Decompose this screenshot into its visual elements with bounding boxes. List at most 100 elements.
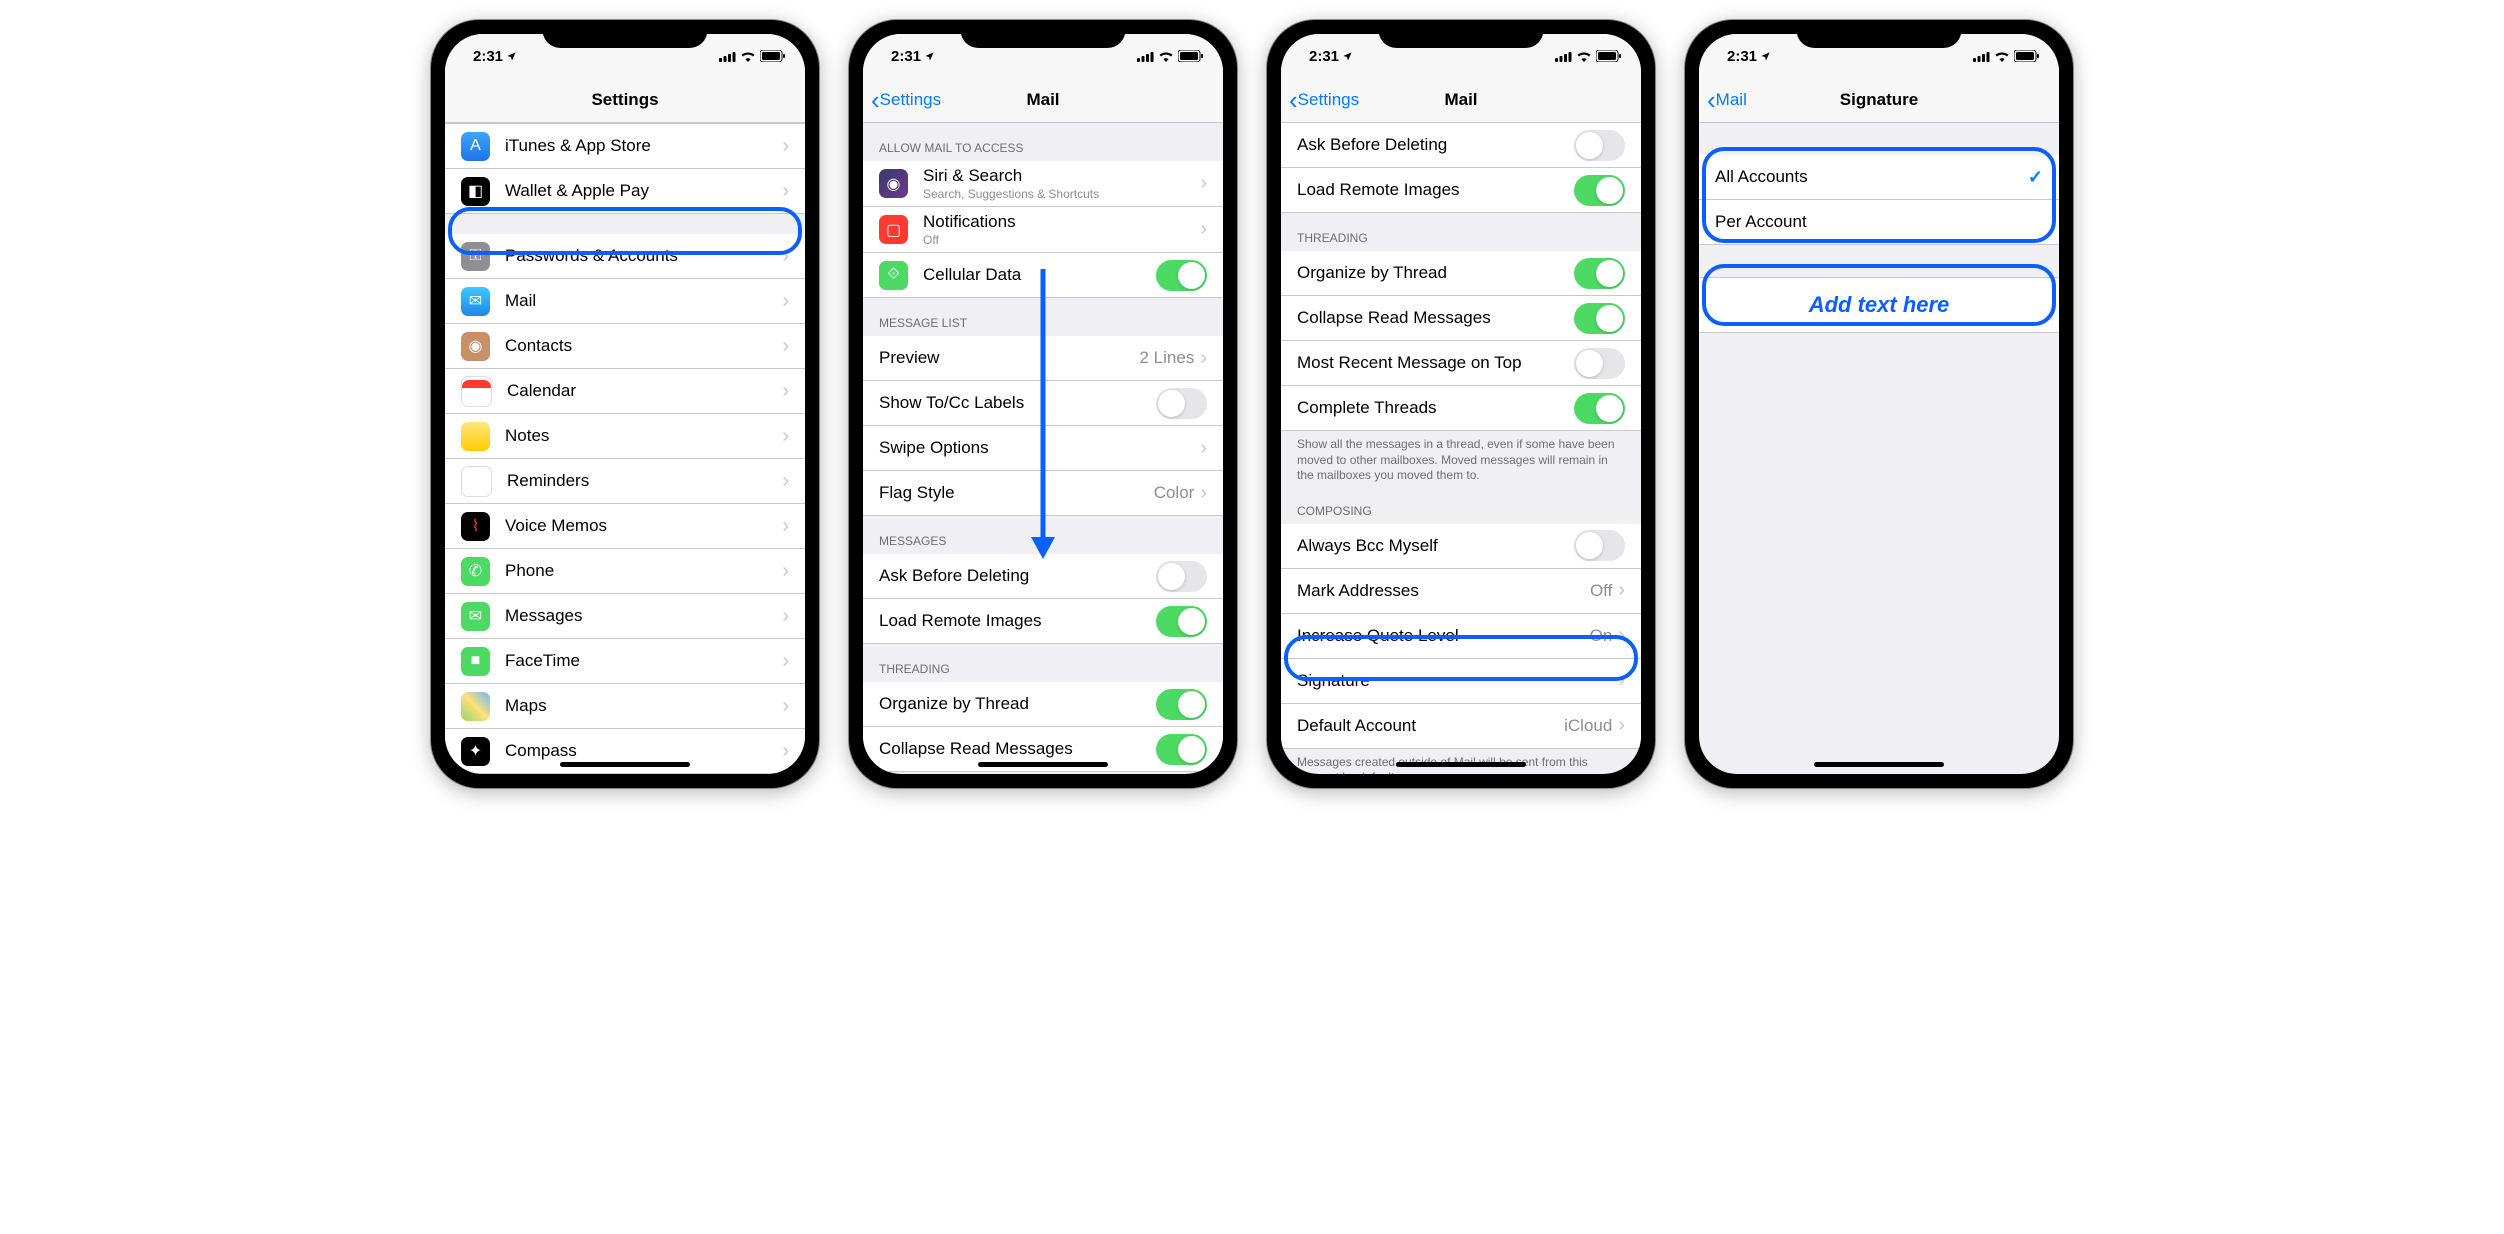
settings-list[interactable]: AiTunes & App Store› ◧Wallet & Apple Pay… [445, 123, 805, 774]
home-indicator[interactable] [1814, 762, 1944, 767]
row-per-account[interactable]: Per Account [1699, 200, 2059, 245]
chevron-right-icon: › [782, 470, 789, 493]
row-compass[interactable]: ✦Compass› [445, 729, 805, 774]
toggle-collapse[interactable] [1574, 303, 1625, 334]
row-mark[interactable]: Mark AddressesOff› [1281, 569, 1641, 614]
chevron-right-icon: › [1200, 172, 1207, 195]
calendar-icon [461, 376, 492, 407]
row-mostrecent[interactable]: Most Recent Message on Top [1281, 341, 1641, 386]
row-complete[interactable]: Complete Threads [1281, 386, 1641, 431]
notch [1379, 20, 1544, 48]
row-showtocc[interactable]: Show To/Cc Labels [863, 381, 1223, 426]
row-preview[interactable]: Preview2 Lines› [863, 336, 1223, 381]
mail-settings-list-scrolled[interactable]: Ask Before Deleting Load Remote Images T… [1281, 123, 1641, 774]
row-facetime[interactable]: ■FaceTime› [445, 639, 805, 684]
back-button[interactable]: ‹Settings [1281, 85, 1359, 116]
messages-icon: ✉ [461, 602, 490, 631]
row-loadremote[interactable]: Load Remote Images [1281, 168, 1641, 213]
chevron-right-icon: › [1618, 669, 1625, 692]
back-button[interactable]: ‹Mail [1699, 85, 1747, 116]
row-all-accounts[interactable]: All Accounts✓ [1699, 155, 2059, 200]
row-siri[interactable]: ◉Siri & SearchSearch, Suggestions & Shor… [863, 161, 1223, 207]
phone-frame-3: 2:31 ‹Settings Mail Ask Before Deleting … [1267, 20, 1655, 788]
toggle-collapse[interactable] [1156, 734, 1207, 765]
home-indicator[interactable] [1396, 762, 1526, 767]
row-notes[interactable]: Notes› [445, 414, 805, 459]
row-default-account[interactable]: Default AccountiCloud› [1281, 704, 1641, 749]
row-reminders[interactable]: ●●●Reminders› [445, 459, 805, 504]
back-button[interactable]: ‹Settings [863, 85, 941, 116]
row-signature[interactable]: Signature› [1281, 659, 1641, 704]
threading-footer: Show all the messages in a thread, even … [1281, 431, 1641, 492]
screen-2: 2:31 ‹Settings Mail ALLOW MAIL TO ACCESS… [863, 34, 1223, 774]
home-indicator[interactable] [978, 762, 1108, 767]
signature-text-input[interactable]: Add text here [1699, 277, 2059, 333]
row-askdelete[interactable]: Ask Before Deleting [863, 554, 1223, 599]
toggle-loadremote[interactable] [1574, 175, 1625, 206]
section-allow-access: ALLOW MAIL TO ACCESS [863, 123, 1223, 161]
row-organize[interactable]: Organize by Thread [863, 682, 1223, 727]
toggle-cellular[interactable] [1156, 260, 1207, 291]
battery-icon [1596, 50, 1621, 62]
chevron-right-icon: › [782, 335, 789, 358]
section-threading: THREADING [863, 644, 1223, 682]
notch [1797, 20, 1962, 48]
home-indicator[interactable] [560, 762, 690, 767]
row-passwords[interactable]: ⚿Passwords & Accounts› [445, 234, 805, 279]
row-phone[interactable]: ✆Phone› [445, 549, 805, 594]
toggle-mostrecent[interactable] [1574, 348, 1625, 379]
location-icon [1760, 51, 1771, 62]
toggle-askdelete[interactable] [1574, 130, 1625, 161]
chevron-right-icon: › [782, 180, 789, 203]
chevron-right-icon: › [782, 380, 789, 403]
signal-icon [1137, 51, 1154, 62]
row-notifications[interactable]: ▢NotificationsOff› [863, 207, 1223, 253]
row-voicememos[interactable]: ⌇Voice Memos› [445, 504, 805, 549]
row-mail[interactable]: ✉Mail› [445, 279, 805, 324]
status-time: 2:31 [473, 48, 503, 65]
location-icon [506, 51, 517, 62]
chevron-right-icon: › [782, 515, 789, 538]
wallet-icon: ◧ [461, 177, 490, 206]
toggle-organize[interactable] [1574, 258, 1625, 289]
row-itunes[interactable]: AiTunes & App Store› [445, 123, 805, 169]
row-flagstyle[interactable]: Flag StyleColor› [863, 471, 1223, 516]
toggle-organize[interactable] [1156, 689, 1207, 720]
wifi-icon [1576, 51, 1592, 62]
battery-icon [760, 50, 785, 62]
row-askdelete[interactable]: Ask Before Deleting [1281, 123, 1641, 168]
chevron-right-icon: › [1200, 482, 1207, 505]
screen-4: 2:31 ‹Mail Signature All Accounts✓ Per A… [1699, 34, 2059, 774]
chevron-right-icon: › [782, 560, 789, 583]
row-quote[interactable]: Increase Quote LevelOn› [1281, 614, 1641, 659]
row-collapse[interactable]: Collapse Read Messages [1281, 296, 1641, 341]
status-time: 2:31 [891, 48, 921, 65]
toggle-bcc[interactable] [1574, 530, 1625, 561]
location-icon [924, 51, 935, 62]
row-cellular[interactable]: ⟐Cellular Data [863, 253, 1223, 298]
chevron-right-icon: › [782, 740, 789, 763]
signature-settings[interactable]: All Accounts✓ Per Account Add text here [1699, 123, 2059, 774]
row-swipe[interactable]: Swipe Options› [863, 426, 1223, 471]
row-wallet[interactable]: ◧Wallet & Apple Pay› [445, 169, 805, 214]
toggle-loadremote[interactable] [1156, 606, 1207, 637]
toggle-complete[interactable] [1574, 393, 1625, 424]
facetime-icon: ■ [461, 647, 490, 676]
screen-1: 2:31 Settings AiTunes & App Store› ◧Wall… [445, 34, 805, 774]
row-contacts[interactable]: ◉Contacts› [445, 324, 805, 369]
row-messages[interactable]: ✉Messages› [445, 594, 805, 639]
row-bcc[interactable]: Always Bcc Myself [1281, 524, 1641, 569]
battery-icon [2014, 50, 2039, 62]
row-calendar[interactable]: Calendar› [445, 369, 805, 414]
checkmark-icon: ✓ [2028, 167, 2043, 188]
chevron-right-icon: › [1200, 437, 1207, 460]
screen-3: 2:31 ‹Settings Mail Ask Before Deleting … [1281, 34, 1641, 774]
row-loadremote[interactable]: Load Remote Images [863, 599, 1223, 644]
toggle-askdelete[interactable] [1156, 561, 1207, 592]
wifi-icon [740, 51, 756, 62]
row-maps[interactable]: Maps› [445, 684, 805, 729]
maps-icon [461, 692, 490, 721]
toggle-showtocc[interactable] [1156, 388, 1207, 419]
mail-settings-list[interactable]: ALLOW MAIL TO ACCESS ◉Siri & SearchSearc… [863, 123, 1223, 774]
row-organize[interactable]: Organize by Thread [1281, 251, 1641, 296]
